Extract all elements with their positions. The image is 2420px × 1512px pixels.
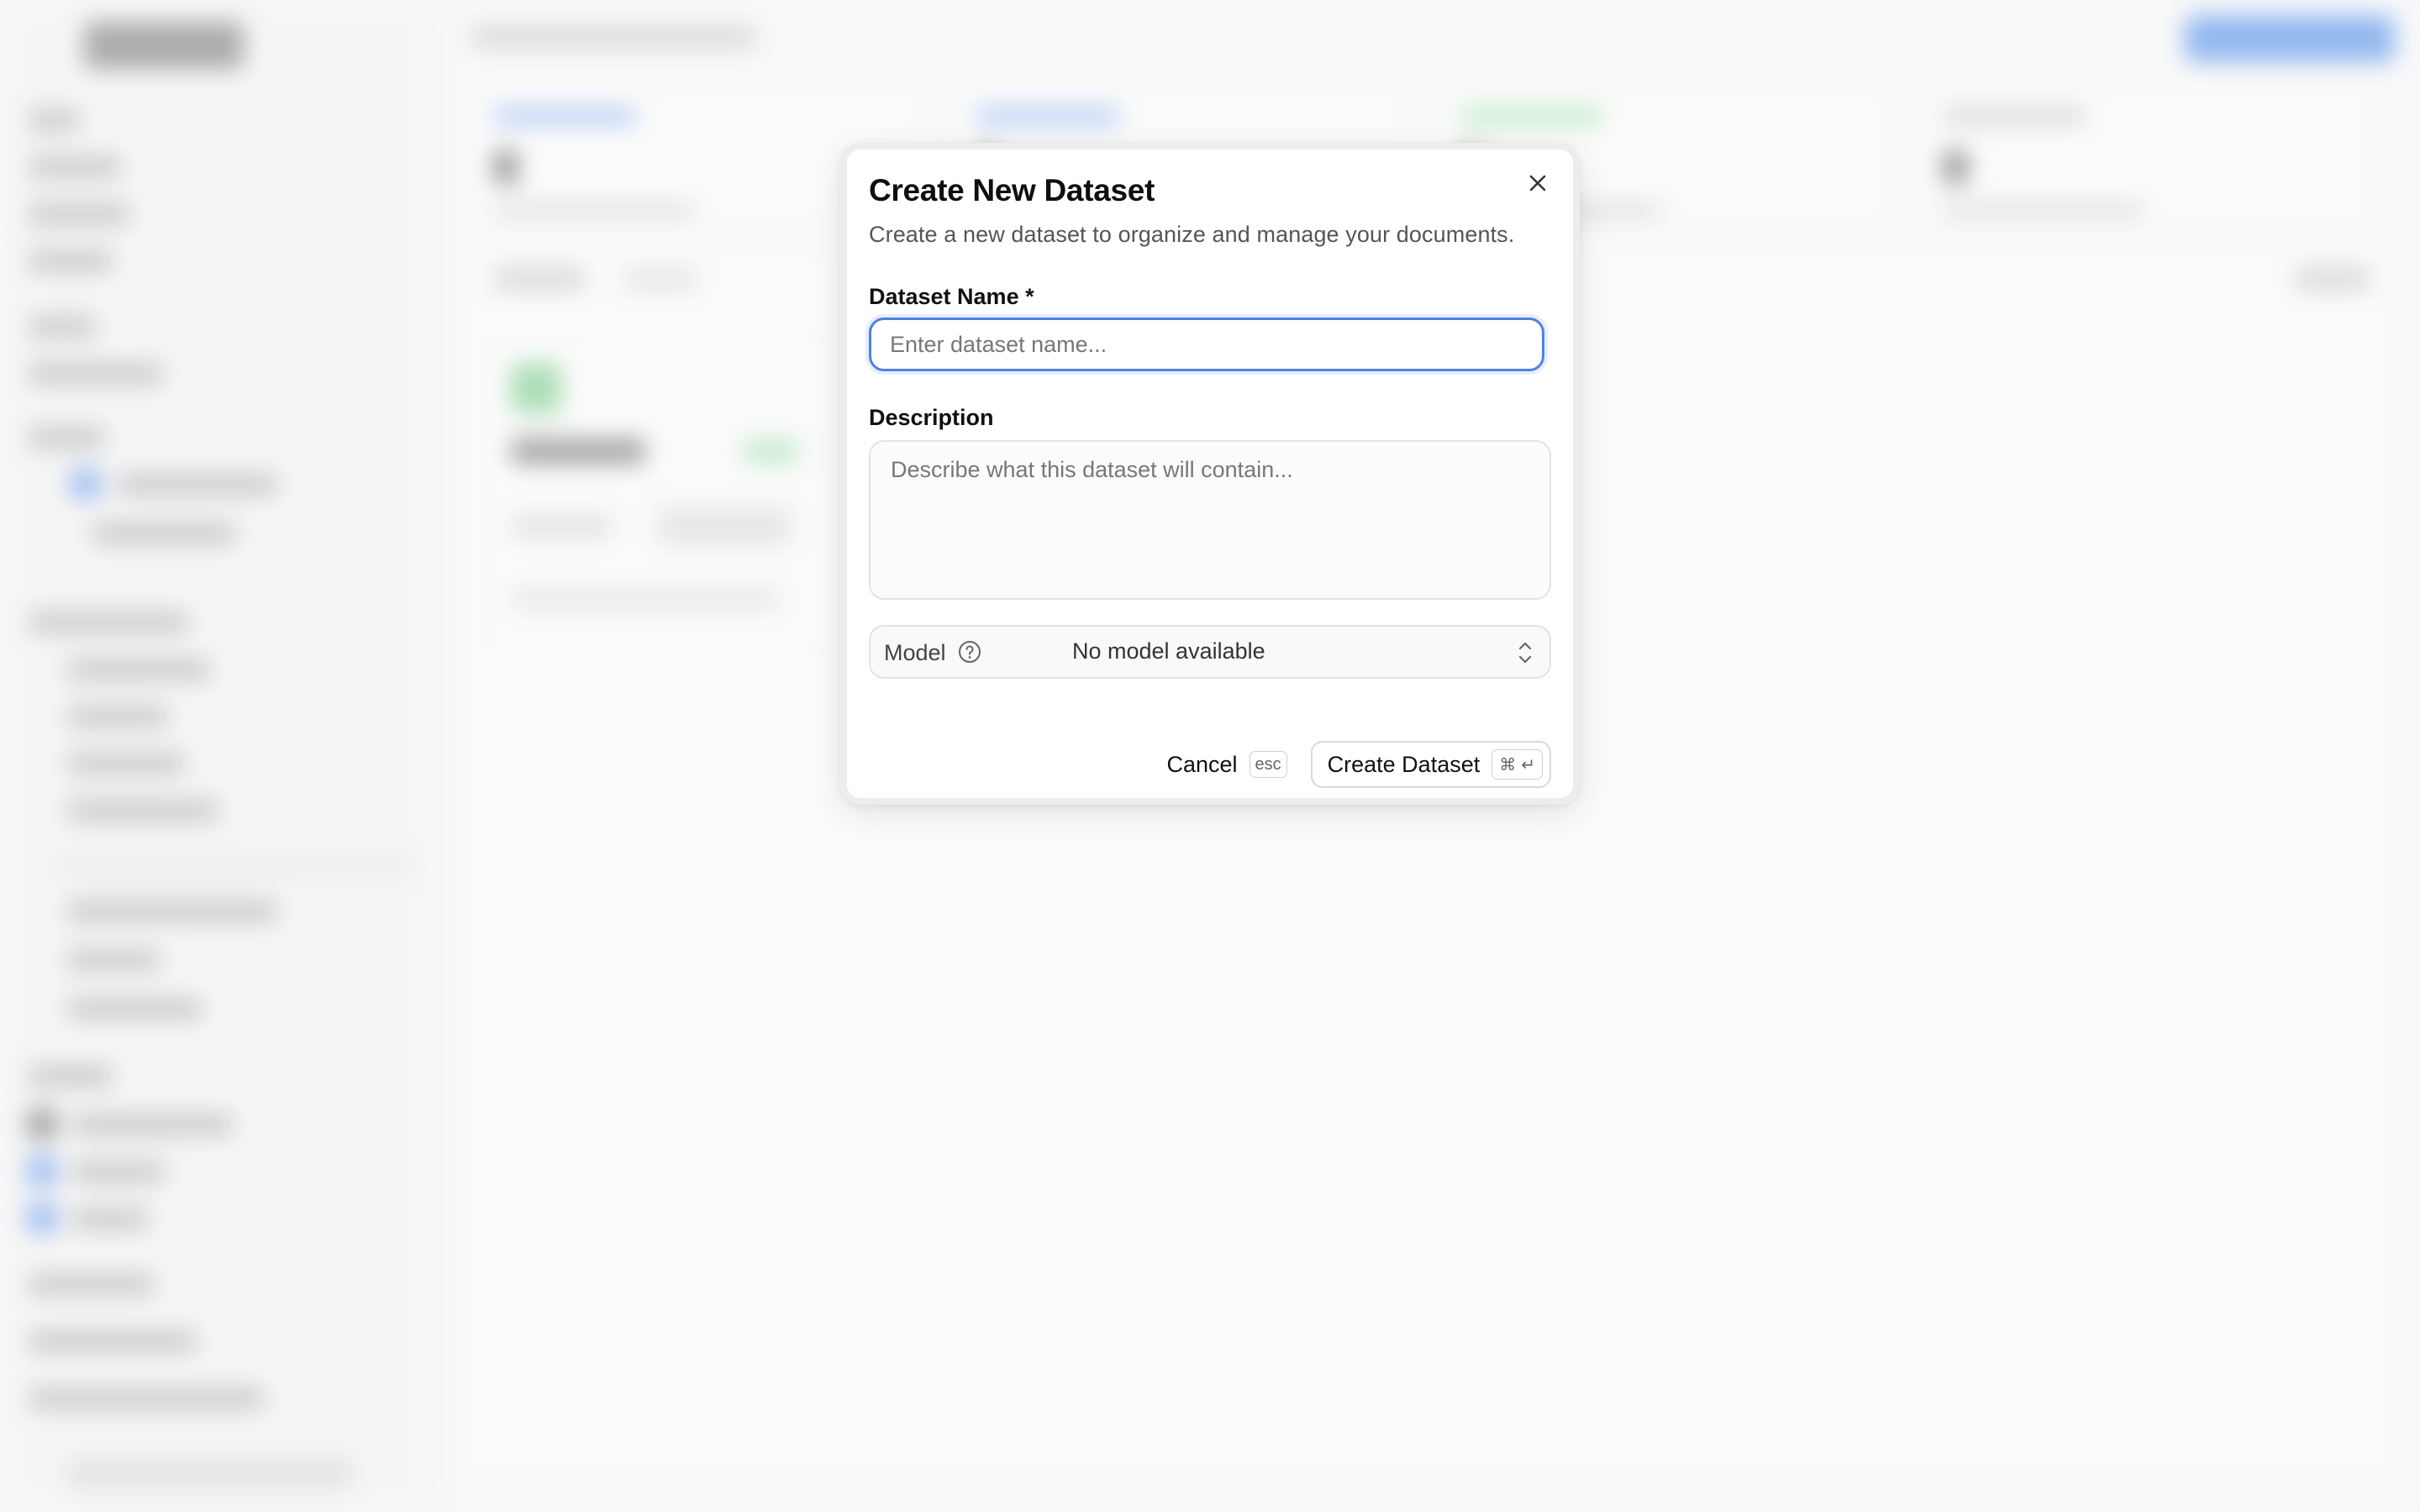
command-key-icon: ⌘ xyxy=(1499,755,1517,774)
model-select[interactable]: Model No model available xyxy=(869,625,1551,679)
dialog-subtitle: Create a new dataset to organize and man… xyxy=(869,222,1515,247)
description-textarea[interactable] xyxy=(869,440,1551,600)
cancel-button[interactable]: Cancel esc xyxy=(1166,751,1287,778)
close-button[interactable] xyxy=(1519,165,1556,202)
create-dataset-dialog: Create New Dataset Create a new dataset … xyxy=(840,143,1580,805)
dialog-footer: Cancel esc Create Dataset ⌘ ↵ xyxy=(1166,741,1551,788)
enter-key-icon: ↵ xyxy=(1521,755,1535,774)
model-value: No model available xyxy=(1072,638,1265,664)
dialog-title: Create New Dataset xyxy=(869,173,1155,207)
dataset-name-label: Dataset Name * xyxy=(869,284,1034,309)
model-label: Model xyxy=(884,640,946,665)
cancel-label: Cancel xyxy=(1166,751,1238,777)
submit-shortcut-badge: ⌘ ↵ xyxy=(1491,749,1543,780)
create-label: Create Dataset xyxy=(1327,751,1481,777)
esc-shortcut-badge: esc xyxy=(1249,751,1287,778)
close-icon xyxy=(1529,175,1546,192)
chevron-up-down-icon xyxy=(1518,642,1532,664)
dataset-name-input[interactable] xyxy=(869,318,1544,371)
help-icon[interactable] xyxy=(958,640,981,664)
create-dataset-button[interactable]: Create Dataset ⌘ ↵ xyxy=(1310,741,1551,788)
description-label: Description xyxy=(869,405,994,430)
